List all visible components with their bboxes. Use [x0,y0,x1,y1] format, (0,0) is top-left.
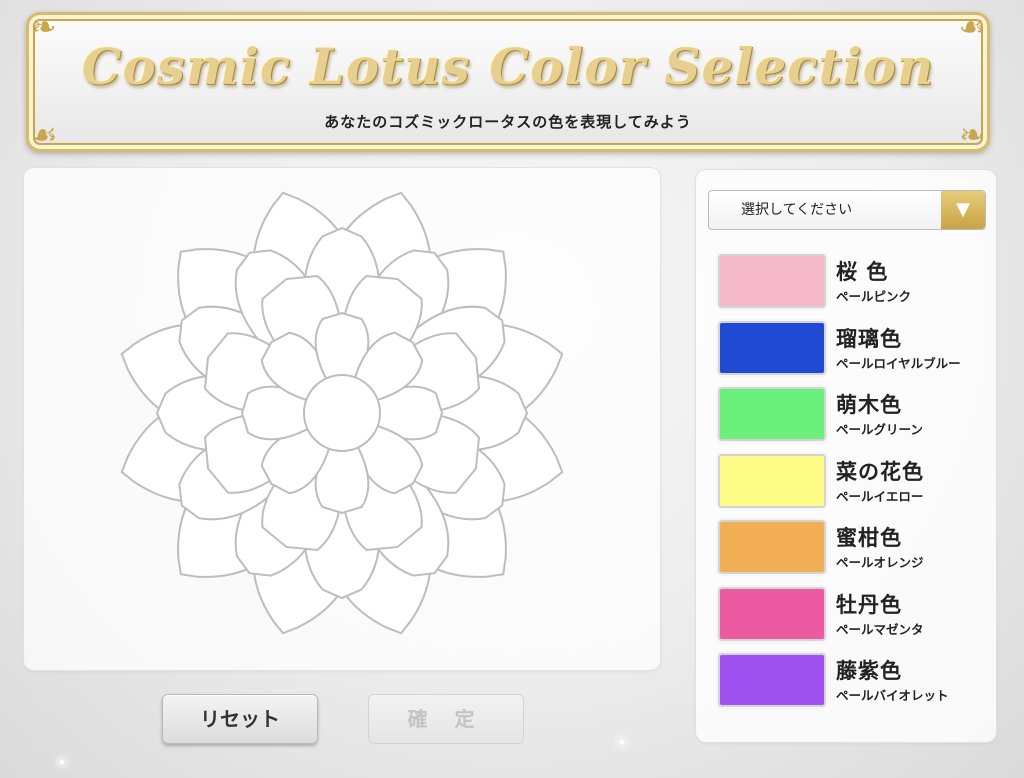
color-swatch[interactable] [718,653,826,707]
color-swatch-row[interactable]: 藤紫色ペールバイオレット [716,653,986,711]
select-label: 選択してください [741,202,853,218]
color-swatch-row[interactable]: 牡丹色ペールマゼンタ [716,586,986,645]
triangle-down-icon[interactable]: ▼ [941,191,985,229]
color-subname: ペールロイヤルブルー [836,355,961,371]
color-subname: ペールグリーン [836,422,923,437]
color-subname: ペールマゼンタ [836,621,924,637]
sparkle [620,740,624,744]
color-palette-panel: 選択してください ▼ 桜 色ペールピンク瑠璃色ペールロイヤルブルー萌木色ペールグ… [696,170,996,742]
color-swatch[interactable] [718,520,826,574]
reset-button[interactable]: リセット [162,694,318,744]
color-name: 牡丹色 [836,592,902,617]
color-swatch-row[interactable]: 桜 色ペールピンク [716,254,986,312]
color-subname: ペールイエロー [836,488,924,504]
page-title: Cosmic Lotus Color Selection [81,37,935,96]
color-swatch-row[interactable]: 萌木色ペールグリーン [716,387,986,445]
color-subname: ペールピンク [836,289,912,304]
color-swatch[interactable] [718,387,826,441]
lotus-canvas-panel [24,168,660,670]
color-swatch[interactable] [718,586,826,641]
color-swatch-row[interactable]: 菜の花色ペールイエロー [716,453,986,512]
color-swatch[interactable] [718,320,826,375]
color-name: 藤紫色 [836,659,902,683]
title-banner: ❧ ☙ ☙ ❧ Cosmic Lotus Color Selection あなた… [26,11,990,153]
sparkle [60,760,64,764]
lotus-center[interactable] [303,374,381,452]
color-name: 菜の花色 [836,459,924,484]
color-name: 蜜柑色 [836,526,902,550]
color-swatch-row[interactable]: 瑠璃色ペールロイヤルブルー [716,320,986,379]
lotus-drawing[interactable] [24,168,660,670]
color-select-dropdown[interactable]: 選択してください ▼ [708,190,986,230]
color-name: 桜 色 [836,260,889,284]
color-swatch-row[interactable]: 蜜柑色ペールオレンジ [716,520,986,578]
color-name: 萌木色 [836,393,902,417]
color-swatch[interactable] [718,453,826,508]
color-name: 瑠璃色 [836,326,902,351]
color-subname: ペールバイオレット [836,688,949,703]
color-swatch[interactable] [718,254,826,308]
page-subtitle: あなたのコズミックロータスの色を表現してみよう [324,113,692,131]
color-subname: ペールオレンジ [836,555,924,570]
confirm-button[interactable]: 確 定 [368,694,524,744]
